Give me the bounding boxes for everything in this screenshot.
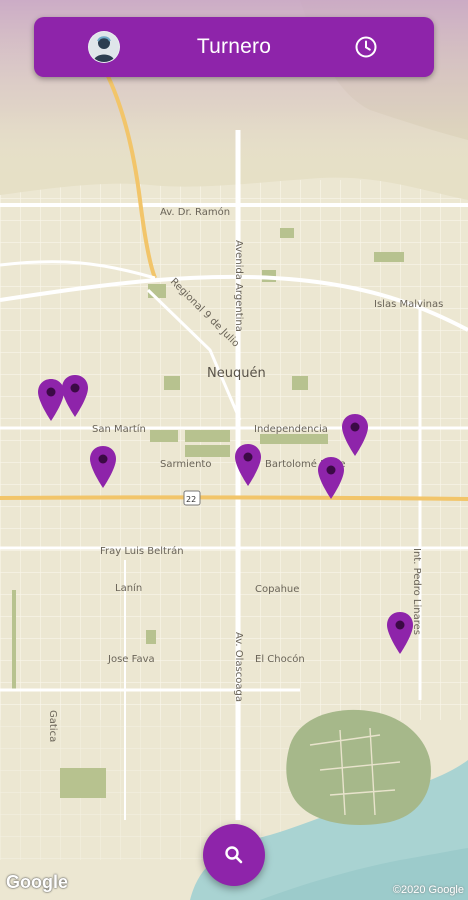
map-label-jose-fava: Jose Fava xyxy=(107,654,155,665)
avatar-icon xyxy=(89,32,119,62)
map-label-lanin: Lanín xyxy=(115,582,142,594)
location-marker[interactable] xyxy=(316,455,346,501)
search-icon xyxy=(225,846,243,864)
map-label-city: Neuquén xyxy=(207,366,266,381)
map-label-san-martin: San Martín xyxy=(92,423,146,435)
location-marker[interactable] xyxy=(88,444,118,490)
app-header: Turnero xyxy=(34,17,434,77)
clock-icon[interactable] xyxy=(354,35,378,59)
user-avatar[interactable] xyxy=(88,31,120,63)
map-copyright: ©2020 Google xyxy=(392,884,464,896)
map-label-el-chocon: El Chocón xyxy=(255,653,305,665)
map-label-copahue: Copahue xyxy=(255,584,299,595)
map-label-sarmiento: Sarmiento xyxy=(160,459,211,470)
map-label-avenida-argentina: Avenida Argentina xyxy=(233,240,244,332)
map-label-fray-luis-beltran: Fray Luis Beltrán xyxy=(100,545,184,557)
google-logo[interactable]: Google xyxy=(6,872,68,893)
location-marker[interactable] xyxy=(233,442,263,488)
map-label-av-dr-ramon: Av. Dr. Ramón xyxy=(160,206,230,218)
map-label-islas-malvinas: Islas Malvinas xyxy=(374,299,443,310)
location-marker[interactable] xyxy=(60,373,90,419)
location-marker[interactable] xyxy=(385,610,415,656)
map-label-independencia: Independencia xyxy=(254,424,328,435)
map-label-av-olascoaga: Av. Olascoaga xyxy=(233,632,244,702)
map-label-route-22: 22 xyxy=(186,495,196,504)
search-button[interactable] xyxy=(203,824,265,886)
map-label-gatica: Gatica xyxy=(47,710,58,742)
app-title: Turnero xyxy=(196,35,272,58)
location-marker[interactable] xyxy=(340,412,370,458)
